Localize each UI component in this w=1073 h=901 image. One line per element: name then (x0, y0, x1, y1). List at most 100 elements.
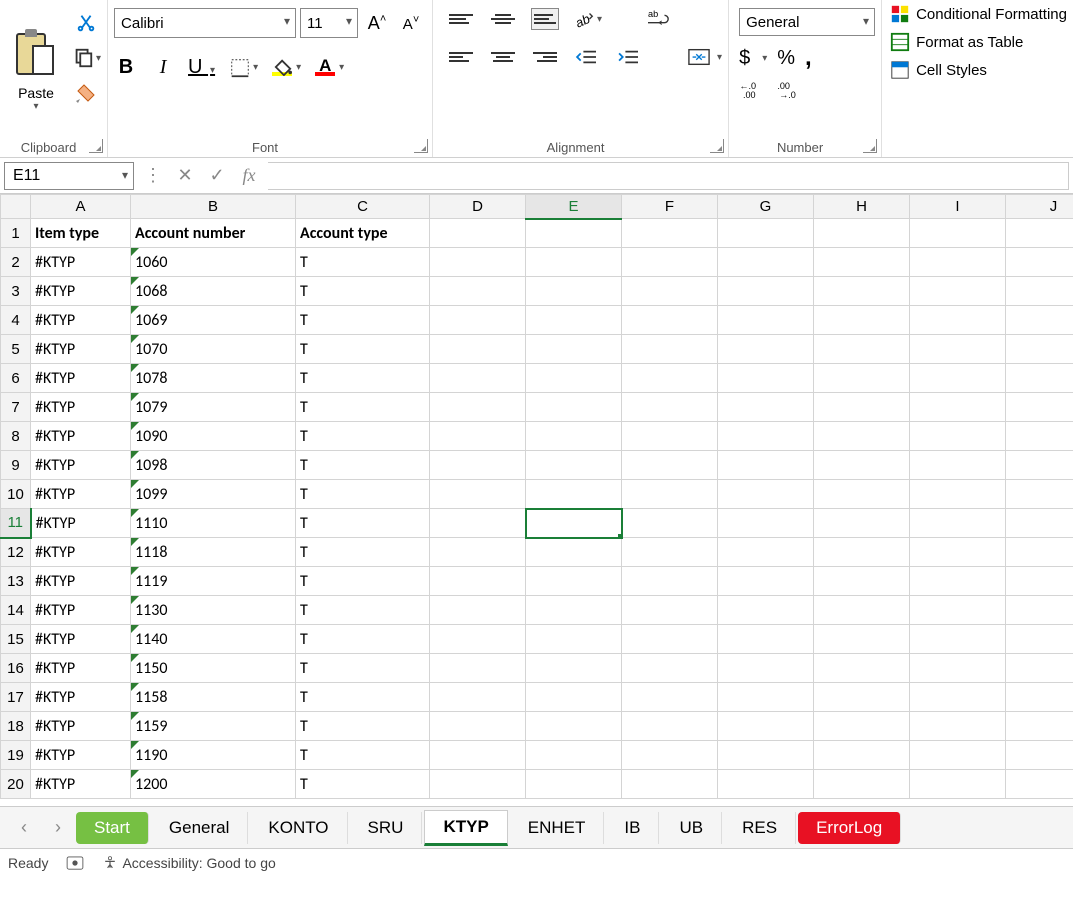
cell[interactable] (526, 393, 622, 422)
row-header[interactable]: 13 (1, 567, 31, 596)
cell[interactable] (718, 509, 814, 538)
cell[interactable] (526, 509, 622, 538)
number-dialog-launcher[interactable] (863, 139, 877, 153)
cell[interactable] (430, 219, 526, 248)
decrease-font-button[interactable]: A˅ (396, 14, 426, 33)
cut-button[interactable] (72, 9, 100, 37)
cell[interactable] (718, 248, 814, 277)
column-header[interactable]: A (31, 195, 131, 219)
select-all-cell[interactable] (1, 195, 31, 219)
cell[interactable]: #KTYP (31, 596, 131, 625)
cell[interactable] (1006, 712, 1073, 741)
cell[interactable]: 1200 (131, 770, 296, 799)
cell[interactable] (718, 567, 814, 596)
cell[interactable] (910, 248, 1006, 277)
cell[interactable]: T (296, 277, 430, 306)
cell[interactable] (814, 712, 910, 741)
sheet-tab[interactable]: UB (661, 812, 722, 844)
row-header[interactable]: 15 (1, 625, 31, 654)
cell[interactable] (1006, 306, 1073, 335)
cell[interactable] (622, 567, 718, 596)
row-header[interactable]: 12 (1, 538, 31, 567)
cell[interactable] (718, 625, 814, 654)
cell[interactable] (622, 625, 718, 654)
cell[interactable] (910, 538, 1006, 567)
cell[interactable] (814, 480, 910, 509)
cell[interactable]: #KTYP (31, 770, 131, 799)
cell[interactable] (430, 770, 526, 799)
cell[interactable]: 1078 (131, 364, 296, 393)
format-painter-button[interactable] (72, 79, 100, 107)
cell[interactable]: 1130 (131, 596, 296, 625)
cell[interactable] (1006, 509, 1073, 538)
cell[interactable] (718, 538, 814, 567)
cell[interactable]: T (296, 335, 430, 364)
cell[interactable]: #KTYP (31, 567, 131, 596)
cell[interactable]: #KTYP (31, 306, 131, 335)
column-header[interactable]: J (1006, 195, 1073, 219)
cell[interactable] (430, 306, 526, 335)
cell[interactable] (718, 596, 814, 625)
currency-button[interactable]: $ (739, 47, 750, 70)
cell[interactable]: #KTYP (31, 741, 131, 770)
cell[interactable] (910, 654, 1006, 683)
cell[interactable] (910, 712, 1006, 741)
column-header[interactable]: I (910, 195, 1006, 219)
cell[interactable] (526, 335, 622, 364)
cell[interactable] (622, 538, 718, 567)
cell[interactable] (1006, 741, 1073, 770)
cell[interactable] (1006, 451, 1073, 480)
name-box[interactable] (4, 162, 134, 190)
alignment-dialog-launcher[interactable] (710, 139, 724, 153)
cell[interactable] (1006, 393, 1073, 422)
cell[interactable] (526, 683, 622, 712)
font-name-select[interactable] (114, 8, 296, 38)
row-header[interactable]: 3 (1, 277, 31, 306)
cell[interactable]: Account type (296, 219, 430, 248)
cell[interactable]: #KTYP (31, 393, 131, 422)
cell[interactable] (910, 451, 1006, 480)
cell[interactable] (430, 335, 526, 364)
cell[interactable] (910, 683, 1006, 712)
cell[interactable]: 1098 (131, 451, 296, 480)
macro-record-icon[interactable] (66, 856, 84, 870)
cell[interactable] (910, 509, 1006, 538)
cell[interactable]: #KTYP (31, 509, 131, 538)
sheet-tab[interactable]: ENHET (510, 812, 605, 844)
cell-styles-button[interactable]: Cell Styles (890, 60, 1067, 80)
cell[interactable]: 1140 (131, 625, 296, 654)
align-center-button[interactable] (489, 46, 517, 68)
cell[interactable]: #KTYP (31, 625, 131, 654)
cell[interactable] (718, 422, 814, 451)
cell[interactable]: T (296, 538, 430, 567)
row-header[interactable]: 4 (1, 306, 31, 335)
cell[interactable] (814, 538, 910, 567)
formula-input[interactable] (268, 162, 1069, 190)
cell[interactable] (910, 567, 1006, 596)
cell[interactable] (526, 306, 622, 335)
comma-button[interactable]: , (805, 44, 812, 72)
sheet-tab[interactable]: RES (724, 812, 796, 844)
wrap-text-button[interactable]: ab (646, 8, 672, 30)
row-header[interactable]: 9 (1, 451, 31, 480)
align-top-button[interactable] (447, 8, 475, 30)
orientation-button[interactable]: ab ▾ (573, 8, 602, 30)
cell[interactable]: Account number (131, 219, 296, 248)
cell[interactable] (1006, 277, 1073, 306)
column-header[interactable]: B (131, 195, 296, 219)
cell[interactable] (910, 277, 1006, 306)
row-header[interactable]: 7 (1, 393, 31, 422)
merge-center-button[interactable]: ▾ (687, 46, 722, 68)
cell[interactable] (430, 683, 526, 712)
column-header[interactable]: G (718, 195, 814, 219)
cell[interactable]: #KTYP (31, 364, 131, 393)
clipboard-dialog-launcher[interactable] (89, 139, 103, 153)
insert-function-button[interactable]: fx (236, 165, 262, 186)
cell[interactable]: T (296, 451, 430, 480)
cell[interactable]: #KTYP (31, 712, 131, 741)
increase-indent-button[interactable] (615, 46, 643, 68)
sheet-tab[interactable]: KONTO (250, 812, 347, 844)
decrease-indent-button[interactable] (573, 46, 601, 68)
cell[interactable] (526, 567, 622, 596)
increase-decimal-button[interactable]: ←.0.00 (739, 80, 767, 100)
